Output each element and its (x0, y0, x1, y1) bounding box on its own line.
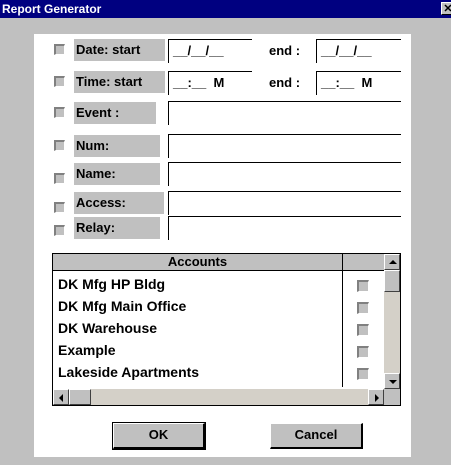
accounts-header-row: Accounts (53, 254, 384, 271)
date-start-field[interactable]: __/__/__ (168, 39, 252, 63)
vertical-scrollbar[interactable] (384, 254, 400, 389)
account-checkbox[interactable] (357, 280, 369, 292)
account-name: Lakeside Apartments (58, 364, 200, 380)
accounts-column-header[interactable]: Accounts (53, 254, 343, 270)
report-generator-window: Report Generator ✕ Date: start __/__/__ … (0, 0, 451, 465)
time-end-label: end : (269, 75, 301, 90)
account-row[interactable]: Lakeside Apartments (53, 362, 384, 384)
access-label: Access: (74, 192, 164, 214)
time-checkbox[interactable] (54, 76, 65, 87)
account-checkbox[interactable] (357, 302, 369, 314)
event-field[interactable] (168, 101, 401, 125)
account-row[interactable]: DK Warehouse (53, 318, 384, 340)
account-name: Example (58, 342, 116, 358)
time-start-field[interactable]: __:__ M (168, 71, 252, 95)
accounts-grid[interactable]: Accounts DK Mfg HP Bldg DK Mfg Main Offi… (52, 253, 401, 406)
access-checkbox[interactable] (54, 202, 65, 213)
num-label: Num: (74, 135, 160, 157)
up-arrow-icon (389, 260, 397, 264)
scroll-right-button[interactable] (368, 389, 384, 405)
time-label: Time: start (74, 71, 165, 93)
right-arrow-icon (375, 394, 379, 402)
scroll-down-button[interactable] (384, 373, 400, 389)
time-end-field[interactable]: __:__ M (316, 71, 401, 95)
close-button[interactable]: ✕ (441, 2, 451, 15)
scroll-up-button[interactable] (384, 254, 400, 270)
account-checkbox[interactable] (357, 346, 369, 358)
access-field[interactable] (168, 191, 401, 215)
scrollbar-corner (384, 389, 400, 405)
relay-field[interactable] (168, 216, 401, 240)
title-bar[interactable]: Report Generator ✕ (0, 0, 451, 18)
account-checkbox[interactable] (357, 368, 369, 380)
account-name: DK Warehouse (58, 320, 158, 336)
window-title: Report Generator (2, 2, 102, 16)
cancel-button[interactable]: Cancel (270, 423, 363, 449)
num-checkbox[interactable] (54, 140, 65, 151)
account-row[interactable]: Example (53, 340, 384, 362)
horizontal-scrollbar[interactable] (53, 389, 384, 405)
event-label: Event : (74, 102, 156, 124)
left-arrow-icon (59, 394, 63, 402)
relay-checkbox[interactable] (54, 225, 65, 236)
date-end-field[interactable]: __/__/__ (316, 39, 401, 63)
account-row[interactable]: DK Mfg Main Office (53, 296, 384, 318)
name-field[interactable] (168, 162, 401, 186)
name-label: Name: (74, 163, 160, 185)
scroll-left-button[interactable] (53, 389, 69, 405)
num-field[interactable] (168, 134, 401, 158)
event-checkbox[interactable] (54, 107, 65, 118)
account-name: DK Mfg Main Office (58, 298, 187, 314)
down-arrow-icon (389, 380, 397, 384)
vertical-scroll-thumb[interactable] (384, 270, 400, 292)
date-label: Date: start (74, 39, 165, 61)
ok-button[interactable]: OK (112, 422, 206, 450)
date-checkbox[interactable] (54, 44, 65, 55)
horizontal-scroll-thumb[interactable] (69, 389, 91, 405)
account-checkbox[interactable] (357, 324, 369, 336)
relay-label: Relay: (74, 217, 160, 239)
account-name: DK Mfg HP Bldg (58, 276, 166, 292)
name-checkbox[interactable] (54, 173, 65, 184)
date-end-label: end : (269, 43, 301, 58)
account-row[interactable]: DK Mfg HP Bldg (53, 274, 384, 296)
